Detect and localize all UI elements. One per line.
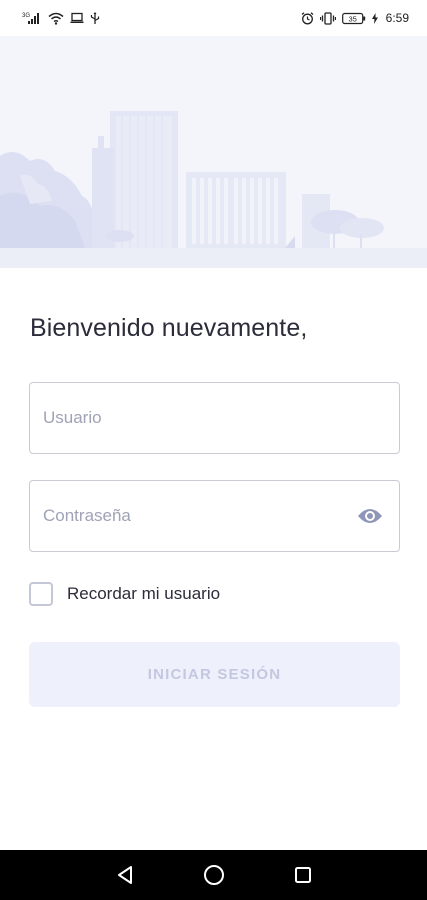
charging-icon xyxy=(371,12,378,24)
welcome-title: Bienvenido nuevamente, xyxy=(30,314,308,342)
home-icon[interactable] xyxy=(194,855,234,895)
login-button[interactable]: INICIAR SESIÓN xyxy=(29,642,400,707)
remember-user-checkbox[interactable] xyxy=(29,582,53,606)
show-password-icon[interactable] xyxy=(355,501,385,531)
password-input[interactable] xyxy=(43,506,355,526)
remember-user-option[interactable]: Recordar mi usuario xyxy=(29,582,220,606)
network-type-label: 3G xyxy=(22,13,30,19)
remember-user-label: Recordar mi usuario xyxy=(67,584,221,603)
wifi-icon xyxy=(48,12,64,25)
alarm-icon xyxy=(301,11,314,25)
usb-icon xyxy=(90,11,100,25)
status-time: 6:59 xyxy=(385,11,409,25)
username-input[interactable] xyxy=(43,408,399,428)
back-icon[interactable] xyxy=(105,855,145,895)
hero-illustration xyxy=(0,36,427,268)
battery-icon: 35 xyxy=(341,12,366,25)
recents-icon[interactable] xyxy=(283,855,323,895)
city-skyline-illustration xyxy=(0,36,427,268)
password-field[interactable] xyxy=(29,480,400,552)
status-bar: 3G 35 6:59 xyxy=(0,0,427,36)
status-left: 3G xyxy=(22,11,100,25)
signal-icon: 3G xyxy=(22,11,42,25)
username-field[interactable] xyxy=(29,382,400,454)
battery-level-label: 35 xyxy=(348,14,356,23)
status-right: 35 6:59 xyxy=(301,11,409,25)
laptop-icon xyxy=(70,12,84,24)
vibrate-icon xyxy=(319,11,336,25)
system-nav-bar xyxy=(0,850,427,900)
